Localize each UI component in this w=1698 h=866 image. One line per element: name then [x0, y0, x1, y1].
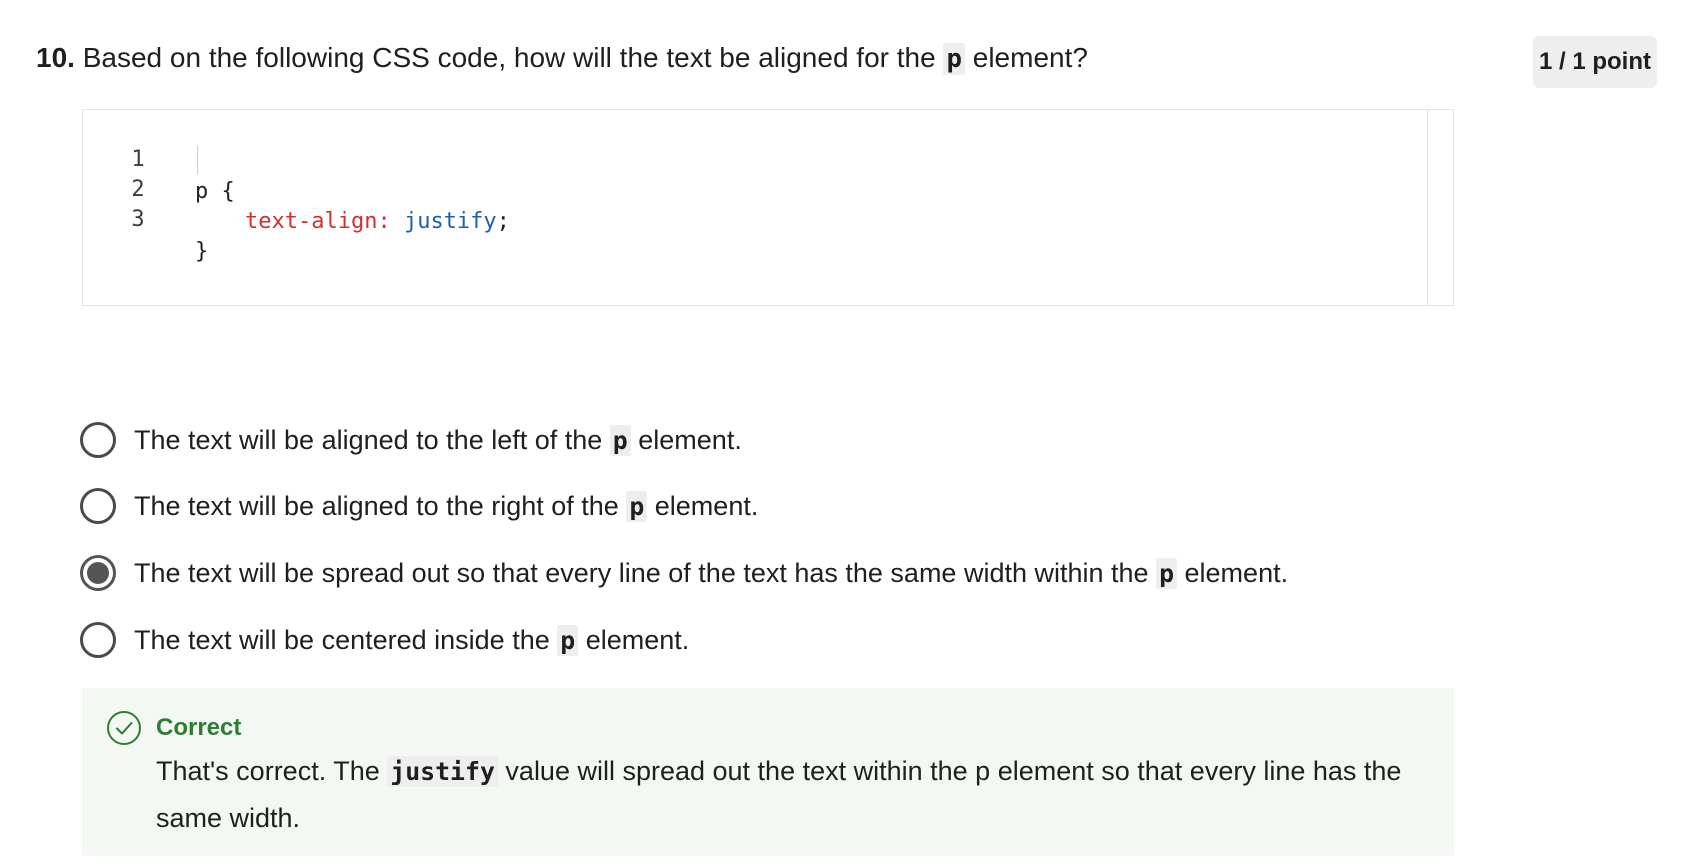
radio-button[interactable]	[80, 622, 116, 658]
indent-guide	[197, 146, 198, 174]
code-text: }	[195, 239, 209, 264]
css-property: text-align:	[245, 209, 391, 234]
css-punct: ;	[496, 209, 510, 234]
option-text-before: The text will be centered inside the	[134, 624, 550, 655]
code-line-3: 3 }	[83, 172, 208, 264]
option-inline-code: p	[557, 624, 579, 656]
radio-button-selected[interactable]	[80, 555, 116, 591]
feedback-panel: Correct That's correct. The justify valu…	[82, 688, 1454, 856]
code-line-2: 2 text-align: justify;	[83, 142, 510, 234]
option-text-after: element.	[585, 624, 690, 655]
feedback-inline-code: justify	[387, 756, 498, 787]
code-editor[interactable]: 1 p { 2 text-align: justify; 3 }	[82, 109, 1454, 306]
question-text: 10. Based on the following CSS code, how…	[36, 38, 1088, 79]
answer-option-4[interactable]: The text will be centered inside the p e…	[80, 618, 689, 662]
feedback-status: Correct	[156, 714, 242, 741]
check-circle-icon	[107, 711, 141, 745]
option-text-before: The text will be spread out so that ever…	[134, 557, 1149, 588]
feedback-text: That's correct. The justify value will s…	[156, 748, 1426, 841]
radio-button[interactable]	[80, 488, 116, 524]
code-text: p {	[195, 179, 235, 204]
quiz-page: 10. Based on the following CSS code, how…	[0, 0, 1698, 866]
option-inline-code: p	[626, 490, 648, 522]
question-text-before: Based on the following CSS code, how wil…	[82, 42, 936, 73]
code-text: text-align: justify;	[245, 206, 510, 238]
answer-option-3[interactable]: The text will be spread out so that ever…	[80, 551, 1288, 595]
radio-dot	[87, 562, 109, 584]
code-line-1: 1 p {	[83, 112, 234, 204]
option-text-after: element.	[1184, 557, 1289, 588]
option-text-before: The text will be aligned to the left of …	[134, 424, 603, 455]
answer-option-2[interactable]: The text will be aligned to the right of…	[80, 484, 758, 528]
points-badge: 1 / 1 point	[1533, 36, 1657, 88]
option-inline-code: p	[1156, 557, 1178, 589]
question-text-after: element?	[972, 42, 1088, 73]
line-number: 3	[131, 207, 145, 232]
option-label: The text will be aligned to the left of …	[134, 420, 742, 461]
question-number: 10.	[36, 42, 75, 73]
editor-scrollbar[interactable]	[1427, 110, 1453, 305]
option-inline-code: p	[609, 424, 631, 456]
css-value: justify	[403, 209, 497, 234]
answer-option-1[interactable]: The text will be aligned to the left of …	[80, 418, 742, 462]
radio-button[interactable]	[80, 422, 116, 458]
question-inline-code: p	[943, 43, 965, 75]
option-text-after: element.	[638, 424, 742, 455]
option-label: The text will be aligned to the right of…	[134, 486, 758, 527]
option-text-before: The text will be aligned to the right of…	[134, 490, 619, 521]
option-label: The text will be spread out so that ever…	[134, 553, 1288, 594]
feedback-text-before: That's correct. The	[156, 756, 380, 786]
option-label: The text will be centered inside the p e…	[134, 620, 689, 661]
option-text-after: element.	[654, 490, 759, 521]
